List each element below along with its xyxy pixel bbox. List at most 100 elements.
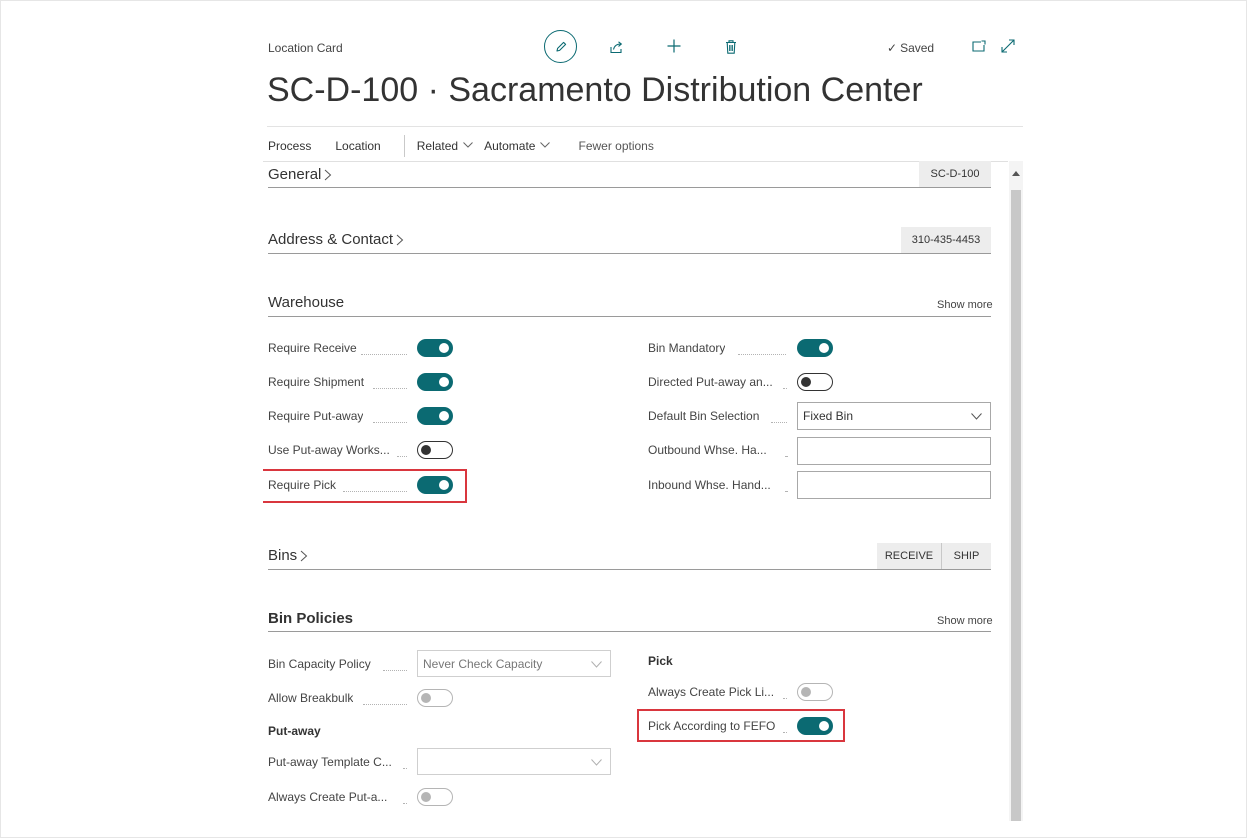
leader-dots [785,490,787,492]
pick-subheading: Pick [648,654,673,668]
section-address-header[interactable]: Address & Contact [268,231,404,248]
chevron-right-icon [300,550,308,561]
leader-dots [783,731,787,733]
section-bin-policies-title: Bin Policies [268,610,354,627]
bin-policies-show-more-link[interactable]: Show more [937,615,993,627]
new-button[interactable] [662,34,686,58]
title-divider [267,126,1023,127]
action-automate-label: Automate [484,139,536,153]
action-separator [403,135,405,157]
bins-receive-button[interactable]: RECEIVE [877,543,941,570]
bin-mandatory-toggle[interactable] [797,339,833,357]
delete-icon [726,40,736,54]
leader-dots [785,455,787,457]
action-bar: Process Location Related Automate Fewer … [268,135,654,157]
require-shipment-label: Require Shipment [268,375,365,389]
bin-capacity-policy-value: Never Check Capacity [423,656,543,671]
expand-button[interactable] [999,37,1017,55]
always-create-putaway-label: Always Create Put-a... [268,790,388,804]
require-putaway-label: Require Put-away [268,409,364,423]
use-putaway-worksheet-toggle[interactable] [417,441,453,459]
toggle-knob [801,687,811,697]
chevron-down-icon [971,413,982,420]
inbound-whse-handling-label: Inbound Whse. Hand... [648,478,771,492]
edit-button[interactable] [544,30,577,63]
leader-dots [771,421,787,423]
toggle-knob [439,480,449,490]
always-create-pick-label: Always Create Pick Li... [648,685,775,699]
leader-dots [363,703,407,705]
delete-button[interactable] [719,35,743,59]
plus-icon [667,39,681,53]
toggle-knob [819,343,829,353]
putaway-template-label: Put-away Template C... [268,755,392,769]
directed-putaway-label: Directed Put-away an... [648,375,773,389]
allow-breakbulk-toggle[interactable] [417,689,453,707]
require-receive-toggle[interactable] [417,339,453,357]
action-related[interactable]: Related [417,139,473,153]
bin-capacity-policy-select[interactable]: Never Check Capacity [417,650,611,677]
warehouse-show-more-link[interactable]: Show more [937,299,993,311]
page-title: SC-D-100 · Sacramento Distribution Cente… [267,71,923,109]
action-fewer-options[interactable]: Fewer options [578,139,653,153]
use-putaway-worksheet-label: Use Put-away Works... [268,443,390,457]
always-create-putaway-toggle[interactable] [417,788,453,806]
section-general-header[interactable]: General [268,166,332,183]
require-putaway-toggle[interactable] [417,407,453,425]
checkmark-icon: ✓ [887,41,898,55]
caret-up-icon [1012,171,1020,176]
leader-dots [343,490,407,492]
chevron-down-icon [463,142,473,148]
outbound-whse-handling-input[interactable] [797,437,991,465]
open-new-window-icon [972,40,986,52]
action-process[interactable]: Process [268,139,311,153]
section-divider [268,316,991,317]
bin-mandatory-label: Bin Mandatory [648,341,726,355]
leader-dots [361,353,407,355]
bins-ship-button[interactable]: SHIP [942,543,991,570]
scrollbar-thumb[interactable] [1011,190,1021,821]
section-divider [268,569,991,570]
leader-dots [783,387,787,389]
leader-dots [373,421,407,423]
section-address-title: Address & Contact [268,231,394,248]
leader-dots [373,387,407,389]
share-icon [610,41,623,54]
open-in-new-window-button[interactable] [970,37,988,55]
saved-label: Saved [900,41,935,55]
leader-dots [738,353,786,355]
toggle-knob [801,377,811,387]
putaway-template-select[interactable] [417,748,611,775]
always-create-pick-toggle[interactable] [797,683,833,701]
directed-putaway-toggle[interactable] [797,373,833,391]
require-pick-toggle[interactable] [417,476,453,494]
section-bins-header[interactable]: Bins [268,547,308,564]
leader-dots [403,767,407,769]
toggle-knob [421,693,431,703]
chevron-down-icon [540,142,551,148]
scroll-up-button[interactable] [1009,165,1023,183]
default-bin-selection-select[interactable]: Fixed Bin [797,402,991,430]
section-divider [268,187,991,188]
default-bin-selection-label: Default Bin Selection [648,409,760,423]
toggle-knob [439,377,449,387]
leader-dots [397,455,407,457]
chevron-right-icon [325,169,332,180]
toggle-knob [439,411,449,421]
action-related-label: Related [416,139,459,153]
require-shipment-toggle[interactable] [417,373,453,391]
expand-icon [1001,39,1015,53]
action-automate[interactable]: Automate [484,139,551,153]
section-bins-title: Bins [268,547,298,564]
pick-fefo-toggle[interactable] [797,717,833,735]
putaway-subheading: Put-away [268,724,321,738]
section-general-title: General [268,166,322,183]
inbound-whse-handling-input[interactable] [797,471,991,499]
section-warehouse-title: Warehouse [268,294,345,311]
breadcrumb: Location Card [268,41,343,55]
action-location[interactable]: Location [335,139,380,153]
require-pick-label: Require Pick [268,478,337,492]
allow-breakbulk-label: Allow Breakbulk [268,691,354,705]
leader-dots [403,802,407,804]
share-button[interactable] [604,36,628,58]
